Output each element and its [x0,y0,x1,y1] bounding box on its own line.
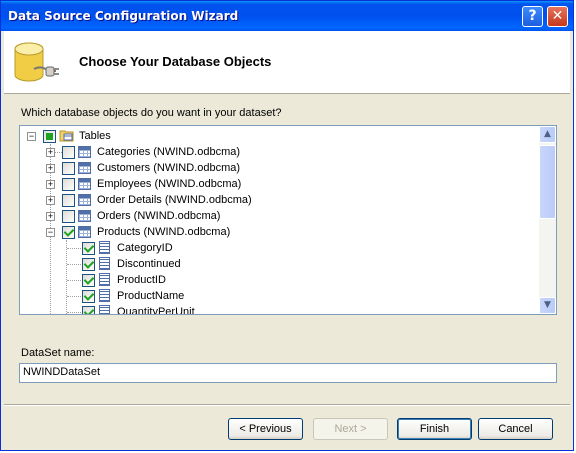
tree-node-label: Order Details (NWIND.odbcma) [97,194,252,206]
tree-node-label: CategoryID [117,242,173,254]
tree-line [67,264,81,265]
column-icon [99,241,110,254]
tree-node-label: ProductName [117,290,185,302]
tree-node-table[interactable]: + Customers (NWIND.odbcma) [20,160,538,176]
tree-line [67,280,81,281]
tree-node-column[interactable]: CategoryID [20,240,538,256]
database-objects-tree[interactable]: − Tables + Categories (NWIND.odbcma) + C… [19,125,557,315]
scroll-down-button[interactable]: ▼ [539,297,556,314]
tree-node-column[interactable]: ProductName [20,288,538,304]
objects-prompt: Which database objects do you want in yo… [21,107,282,119]
dataset-name-input[interactable]: NWINDDataSet [19,363,557,383]
next-button[interactable]: Next > [313,418,388,440]
tree-node-label: Discontinued [117,258,181,270]
table-checkbox[interactable] [62,210,75,223]
expand-icon[interactable]: + [46,164,55,173]
tree-node-label: Customers (NWIND.odbcma) [97,162,241,174]
title-bar[interactable]: Data Source Configuration Wizard ? ✕ [1,1,573,31]
tree-node-table[interactable]: + Categories (NWIND.odbcma) [20,144,538,160]
table-icon [78,210,91,222]
database-plug-icon [14,42,59,82]
tree-line [67,248,81,249]
tree-node-column[interactable]: QuantityPerUnit [20,304,538,315]
window-title: Data Source Configuration Wizard [8,9,239,23]
tree-node-label: QuantityPerUnit [117,306,195,315]
expand-icon[interactable]: + [46,212,55,221]
table-checkbox[interactable] [62,194,75,207]
tree-node-tables[interactable]: − Tables [20,128,538,144]
table-icon [78,162,91,174]
column-icon [99,305,110,314]
footer-divider [4,404,570,406]
tree-node-label: Orders (NWIND.odbcma) [97,210,221,222]
dataset-name-label: DataSet name: [21,347,95,359]
column-icon [99,273,110,286]
cancel-button[interactable]: Cancel [478,418,553,440]
tree-node-label: ProductID [117,274,166,286]
expand-icon[interactable]: + [46,196,55,205]
tree-node-label: Categories (NWIND.odbcma) [97,146,241,158]
tree-line [67,312,81,313]
table-icon [78,178,91,190]
table-icon [78,226,91,238]
column-checkbox[interactable] [82,290,95,303]
wizard-window: Data Source Configuration Wizard ? ✕ Cho… [0,0,574,451]
tree-node-label: Tables [79,130,111,142]
tree-node-column[interactable]: Discontinued [20,256,538,272]
tree-node-column[interactable]: ProductID [20,272,538,288]
column-icon [99,257,110,270]
tree-node-table[interactable]: + Orders (NWIND.odbcma) [20,208,538,224]
table-checkbox[interactable] [62,146,75,159]
tree-node-table[interactable]: − Products (NWIND.odbcma) [20,224,538,240]
table-checkbox[interactable] [62,226,75,239]
table-icon [78,146,91,158]
previous-button[interactable]: < Previous [228,418,303,440]
column-checkbox[interactable] [82,242,95,255]
column-icon [99,289,110,302]
tables-checkbox[interactable] [43,130,56,143]
tree-node-table[interactable]: + Employees (NWIND.odbcma) [20,176,538,192]
table-checkbox[interactable] [62,162,75,175]
collapse-icon[interactable]: − [46,228,55,237]
tables-folder-icon [59,130,74,142]
close-button[interactable]: ✕ [547,6,568,27]
column-checkbox[interactable] [82,306,95,314]
tree-node-label: Products (NWIND.odbcma) [97,226,231,238]
page-title: Choose Your Database Objects [79,54,272,69]
table-icon [78,194,91,206]
tree-vertical-scrollbar[interactable]: ▲ ▼ [539,126,556,314]
help-button[interactable]: ? [522,6,543,27]
collapse-icon[interactable]: − [27,132,36,141]
tree-node-label: Employees (NWIND.odbcma) [97,178,242,190]
tree-line [67,296,81,297]
scroll-thumb[interactable] [539,145,556,219]
tree-node-table[interactable]: + Order Details (NWIND.odbcma) [20,192,538,208]
column-checkbox[interactable] [82,258,95,271]
expand-icon[interactable]: + [46,180,55,189]
column-checkbox[interactable] [82,274,95,287]
wizard-header: Choose Your Database Objects [4,31,570,94]
expand-icon[interactable]: + [46,148,55,157]
table-checkbox[interactable] [62,178,75,191]
finish-button[interactable]: Finish [397,418,472,440]
scroll-up-button[interactable]: ▲ [539,126,556,143]
